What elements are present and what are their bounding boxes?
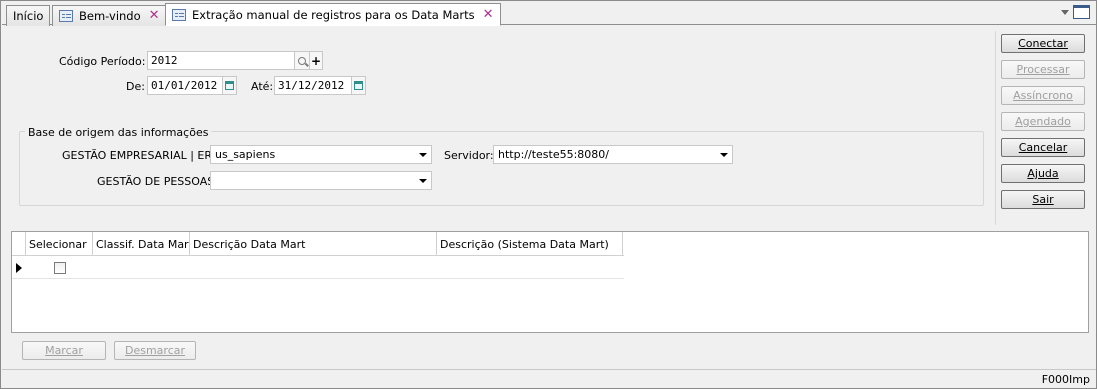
processar-button[interactable]: Processar: [1001, 60, 1085, 79]
window-frame: Início Bem-vindo ✕ Extração manual de re…: [0, 0, 1097, 389]
current-row-indicator: [12, 257, 26, 278]
table-row[interactable]: [12, 257, 624, 279]
tab-label: Início: [13, 9, 44, 23]
restore-window-icon[interactable]: [1073, 5, 1090, 19]
search-button[interactable]: [294, 51, 310, 70]
chevron-down-icon: [419, 153, 427, 157]
codigo-periodo-input[interactable]: 2012: [147, 51, 295, 70]
servidor-label: Servidor:: [444, 149, 494, 162]
erp-label: GESTÃO EMPRESARIAL | ERP:: [62, 149, 223, 162]
screen-code: F000Imp: [1041, 373, 1090, 386]
pessoas-select[interactable]: [210, 171, 432, 190]
marcar-button[interactable]: Marcar: [22, 341, 106, 360]
tab-inicio[interactable]: Início: [6, 5, 51, 26]
descricao-sistema-cell: [437, 257, 623, 278]
desmarcar-button[interactable]: Desmarcar: [114, 341, 196, 360]
agendado-label: Agendado: [1015, 115, 1071, 128]
chevron-down-icon: [720, 153, 728, 157]
ajuda-label: Ajuda: [1027, 167, 1059, 180]
servidor-select[interactable]: http://teste55:8080/: [493, 145, 733, 164]
action-panel: Conectar Processar Assíncrono Agendado C…: [995, 31, 1091, 225]
form-panel: Código Período: 2012 + De: 01/01/2012 At…: [11, 31, 991, 225]
conectar-label: Conectar: [1018, 37, 1068, 50]
ajuda-button[interactable]: Ajuda: [1001, 164, 1085, 183]
search-icon: [298, 56, 306, 65]
servidor-select-value: http://teste55:8080/: [498, 148, 609, 161]
classif-cell: [93, 257, 190, 278]
status-bar: F000Imp: [2, 369, 1096, 388]
tab-list-dropdown-icon[interactable]: [1061, 9, 1069, 15]
sair-label: Sair: [1032, 193, 1054, 206]
de-date-input[interactable]: 01/01/2012: [147, 76, 223, 95]
erp-select[interactable]: us_sapiens: [210, 145, 432, 164]
de-label: De:: [126, 80, 145, 93]
plus-icon: +: [310, 53, 322, 68]
tab-bem-vindo[interactable]: Bem-vindo ✕: [52, 5, 167, 26]
erp-select-value: us_sapiens: [215, 148, 276, 161]
tab-tools: [1061, 5, 1090, 19]
tab-extracao[interactable]: Extração manual de registros para os Dat…: [165, 3, 501, 26]
marcar-label: Marcar: [45, 344, 83, 357]
cancelar-button[interactable]: Cancelar: [1001, 138, 1085, 157]
column-header-descricao-sistema[interactable]: Descrição (Sistema Data Mart): [437, 232, 623, 255]
desmarcar-label: Desmarcar: [124, 344, 186, 357]
selecionar-checkbox[interactable]: [53, 261, 66, 274]
sair-button[interactable]: Sair: [1001, 190, 1085, 209]
processar-label: Processar: [1016, 63, 1070, 76]
row-pointer-icon: [16, 262, 22, 273]
agendado-button[interactable]: Agendado: [1001, 112, 1085, 131]
ate-date-input[interactable]: 31/12/2012: [274, 76, 352, 95]
column-header-selecionar[interactable]: Selecionar: [26, 232, 93, 255]
de-calendar-button[interactable]: [222, 76, 237, 95]
chevron-down-icon: [419, 179, 427, 183]
close-icon[interactable]: ✕: [483, 8, 494, 21]
ate-calendar-button[interactable]: [351, 76, 366, 95]
origem-group-title: Base de origem das informações: [25, 126, 212, 139]
form-icon: [59, 10, 73, 22]
codigo-periodo-label: Código Período:: [59, 55, 146, 68]
pessoas-label: GESTÃO DE PESSOAS:: [97, 175, 218, 188]
conectar-button[interactable]: Conectar: [1001, 34, 1085, 53]
tab-label: Extração manual de registros para os Dat…: [192, 7, 475, 22]
selecionar-cell[interactable]: [26, 257, 93, 278]
column-header-descricao[interactable]: Descrição Data Mart: [190, 232, 437, 255]
grid-header: Selecionar Classif. Data Mart Descrição …: [12, 232, 624, 256]
origem-group-box: [19, 131, 984, 206]
calendar-icon: [225, 81, 234, 90]
close-icon[interactable]: ✕: [149, 9, 160, 22]
data-mart-grid[interactable]: Selecionar Classif. Data Mart Descrição …: [11, 231, 1089, 333]
cancelar-label: Cancelar: [1018, 141, 1068, 154]
ate-label: Até:: [251, 80, 274, 93]
add-button[interactable]: +: [309, 51, 323, 70]
row-indicator-header: [12, 232, 26, 255]
column-header-classif[interactable]: Classif. Data Mart: [93, 232, 190, 255]
calendar-icon: [354, 81, 363, 90]
descricao-cell: [190, 257, 437, 278]
tab-bar: Início Bem-vindo ✕ Extração manual de re…: [2, 2, 1096, 26]
assincrono-label: Assíncrono: [1013, 89, 1073, 102]
form-icon: [172, 8, 186, 21]
tab-label: Bem-vindo: [79, 9, 141, 23]
assincrono-button[interactable]: Assíncrono: [1001, 86, 1085, 105]
